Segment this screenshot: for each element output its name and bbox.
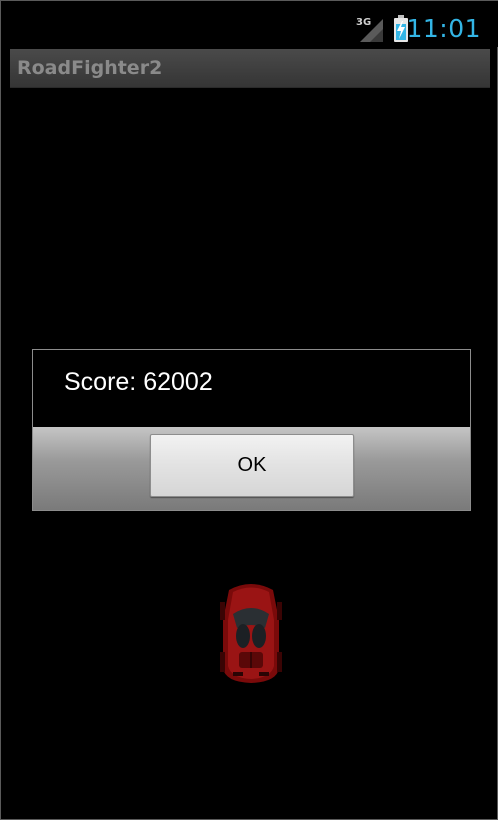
car-cockpit-left [236,624,250,648]
score-message: Score: 62002 [64,368,213,396]
car-wheel-rear-left [220,652,225,672]
app-title: RoadFighter2 [17,57,163,79]
player-car[interactable] [219,580,283,684]
signal-3g-icon: 3G [356,17,383,42]
car-wheel-front-right [277,602,282,620]
device-screen: 3G 11:01 RoadFighter2 Score: 62002 OK [0,0,498,820]
dialog-button-bar: OK [33,427,470,510]
ok-button[interactable]: OK [150,434,354,497]
car-cockpit-right [252,624,266,648]
car-wheel-rear-right [277,652,282,672]
car-rear-vent-right [259,672,269,676]
status-clock: 11:01 [406,14,481,43]
car-wheel-front-left [220,602,225,620]
car-windshield [233,608,269,628]
dialog-message-area: Score: 62002 [33,350,470,426]
network-type-label: 3G [356,17,371,28]
score-dialog: Score: 62002 OK [32,349,471,511]
car-rear-vent-left [233,672,243,676]
status-bar: 3G 11:01 [1,1,498,47]
app-title-bar: RoadFighter2 [10,49,490,88]
